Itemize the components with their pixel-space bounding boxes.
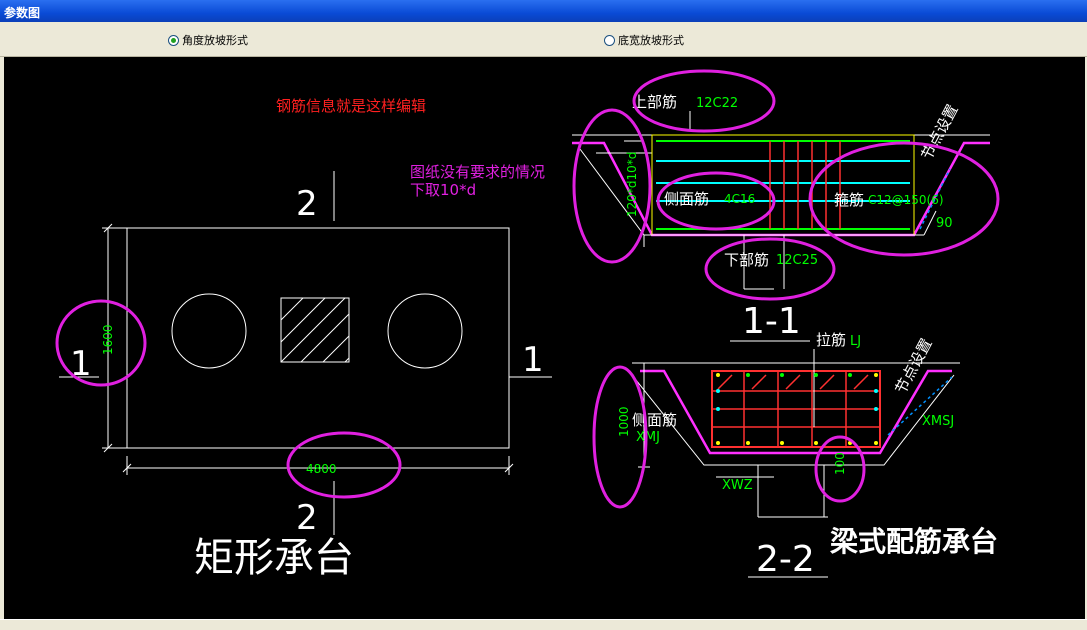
top-bar-value: 12C22	[696, 96, 738, 111]
top-bar-label: 上部筋	[632, 93, 677, 111]
node-setting-label-bottom: 节点设置	[892, 335, 936, 396]
pile-circle-left	[171, 293, 247, 369]
side-bar-value-2: XMJ	[636, 430, 660, 445]
stirrup-value: C12@150(6)	[868, 193, 944, 207]
side-dim-label: 120*d10*d	[625, 152, 639, 217]
highlight-ellipse-width	[286, 431, 402, 499]
note-magenta-line2: 下取10*d	[410, 181, 476, 199]
angle-label: 90	[936, 216, 953, 231]
section-mark-2-top: 2	[296, 184, 318, 224]
window-title: 参数图	[4, 6, 41, 20]
section-mark-1-right: 1	[522, 340, 544, 380]
pile-circle-right	[387, 293, 463, 369]
dim-small-100: 100	[833, 452, 847, 475]
side-bar-label-2: 侧面筋	[632, 411, 677, 429]
section-1-1-caption: 1-1	[742, 301, 801, 342]
side-bar-value: 4C16	[724, 192, 755, 206]
beam-cap-title: 梁式配筋承台	[829, 525, 998, 558]
status-bar	[0, 619, 1087, 630]
tie-bar-value: LJ	[850, 334, 861, 349]
radio-unselected-icon[interactable]	[604, 34, 615, 46]
parameter-drawing: 钢筋信息就是这样编辑 2 2 1 1 1600 4800 矩形承台 上部筋 12…	[55, 69, 1000, 581]
section-mark-2-bottom: 2	[296, 498, 318, 538]
section-mark-1-left: 1	[70, 344, 92, 384]
section-2-2-caption: 2-2	[756, 539, 815, 580]
cap-outline	[126, 227, 510, 449]
stirrup-label: 箍筋	[834, 191, 864, 209]
note-magenta-line1: 图纸没有要求的情况	[410, 163, 545, 181]
radio-angle-slope-label: 角度放坡形式	[182, 34, 248, 47]
xwz-label: XWZ	[722, 478, 753, 493]
dim-height-1600: 1600	[101, 324, 115, 355]
option-bar: 角度放坡形式 底宽放坡形式	[0, 22, 1087, 57]
tie-bar-label: 拉筋	[816, 331, 846, 349]
xmsj-label: XMSJ	[922, 414, 954, 429]
dim-height-1000: 1000	[617, 406, 631, 437]
node-setting-label-top: 节点设置	[918, 101, 962, 162]
radio-bottom-width-slope-label: 底宽放坡形式	[618, 34, 684, 47]
parameter-drawing-canvas: 钢筋信息就是这样编辑 2 2 1 1 1600 4800 矩形承台 上部筋 12…	[4, 57, 1085, 619]
radio-angle-slope[interactable]: 角度放坡形式	[168, 32, 248, 48]
radio-bottom-width-slope[interactable]: 底宽放坡形式	[604, 32, 684, 48]
radio-selected-icon[interactable]	[168, 34, 179, 46]
rect-cap-caption: 矩形承台	[194, 535, 354, 581]
title-bar: 参数图	[0, 0, 1087, 22]
side-bar-label: 侧面筋	[664, 190, 709, 208]
highlight-ellipse-bottom-bar	[704, 237, 836, 301]
note-red: 钢筋信息就是这样编辑	[276, 97, 426, 115]
bottom-bar-value: 12C25	[776, 253, 818, 268]
rect-cap-drawing	[59, 171, 552, 535]
bottom-bar-label: 下部筋	[724, 251, 769, 269]
dim-width-4800: 4800	[306, 462, 337, 476]
